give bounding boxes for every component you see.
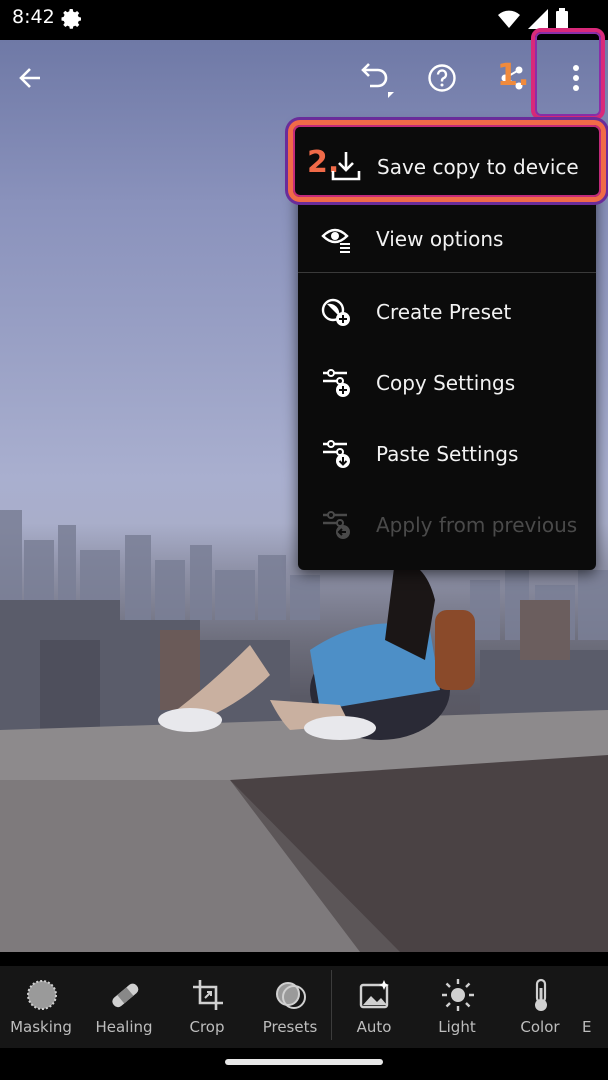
bandage-icon bbox=[112, 983, 139, 1008]
apply-previous-icon bbox=[323, 511, 350, 539]
step-1-label: 1. bbox=[497, 58, 530, 93]
presets-icon bbox=[276, 982, 306, 1009]
tool-label: Crop bbox=[189, 1018, 225, 1036]
tool-label: Color bbox=[520, 1018, 560, 1036]
tool-label: E bbox=[582, 1018, 592, 1036]
edit-tools-strip: Masking Healing Crop Presets Auto Light … bbox=[0, 966, 608, 1048]
tool-label: Healing bbox=[95, 1018, 153, 1036]
tool-auto[interactable]: Auto bbox=[333, 966, 415, 1048]
menu-item-view-options[interactable]: View options bbox=[298, 204, 596, 274]
arrow-left-icon bbox=[19, 68, 40, 88]
tool-label: Light bbox=[438, 1018, 476, 1036]
help-button[interactable] bbox=[418, 54, 466, 102]
tool-label: Presets bbox=[262, 1018, 318, 1036]
download-icon bbox=[331, 152, 361, 181]
highlight-more-options bbox=[531, 28, 605, 120]
eye-icon bbox=[321, 228, 350, 253]
tool-light[interactable]: Light bbox=[416, 966, 498, 1048]
thermometer-icon bbox=[535, 978, 547, 1011]
undo-button[interactable] bbox=[350, 54, 398, 102]
sun-icon bbox=[442, 979, 474, 1011]
tool-divider bbox=[331, 970, 332, 1040]
copy-settings-icon bbox=[323, 369, 350, 397]
menu-item-apply-from-previous[interactable]: Apply from previous bbox=[298, 490, 596, 560]
status-bar: 8:42 bbox=[0, 0, 608, 40]
status-time: 8:42 bbox=[12, 6, 55, 28]
menu-item-save-copy-to-device[interactable]: 2. Save copy to device bbox=[288, 120, 606, 202]
battery-icon bbox=[556, 8, 568, 30]
menu-item-copy-settings[interactable]: Copy Settings bbox=[298, 348, 596, 418]
menu-item-label: Apply from previous bbox=[376, 513, 578, 537]
tool-healing[interactable]: Healing bbox=[83, 966, 165, 1048]
tool-effects[interactable]: E bbox=[582, 966, 608, 1048]
menu-item-paste-settings[interactable]: Paste Settings bbox=[298, 419, 596, 489]
help-icon bbox=[428, 64, 456, 92]
tool-label: Auto bbox=[356, 1018, 392, 1036]
tool-label: Masking bbox=[10, 1018, 72, 1036]
tool-crop[interactable]: Crop bbox=[166, 966, 248, 1048]
menu-divider bbox=[298, 272, 596, 273]
status-icons bbox=[498, 8, 568, 30]
tool-color[interactable]: Color bbox=[499, 966, 581, 1048]
navigation-handle[interactable] bbox=[225, 1059, 383, 1065]
menu-item-create-preset[interactable]: Create Preset bbox=[298, 277, 596, 347]
menu-item-label: View options bbox=[376, 227, 504, 251]
menu-item-label: Paste Settings bbox=[376, 442, 519, 466]
menu-item-label: Save copy to device bbox=[377, 155, 579, 179]
masking-icon bbox=[27, 980, 57, 1010]
crop-icon bbox=[193, 980, 223, 1010]
settings-gear-icon bbox=[61, 9, 81, 29]
back-button[interactable] bbox=[6, 54, 54, 102]
menu-item-label: Create Preset bbox=[376, 300, 512, 324]
undo-icon bbox=[361, 63, 394, 98]
wifi-icon bbox=[498, 10, 520, 28]
tool-masking[interactable]: Masking bbox=[0, 966, 82, 1048]
auto-icon bbox=[359, 980, 389, 1009]
tool-presets[interactable]: Presets bbox=[249, 966, 331, 1048]
create-preset-icon bbox=[321, 298, 350, 326]
menu-item-label: Copy Settings bbox=[376, 371, 516, 395]
signal-icon bbox=[528, 9, 548, 29]
paste-settings-icon bbox=[323, 440, 350, 468]
